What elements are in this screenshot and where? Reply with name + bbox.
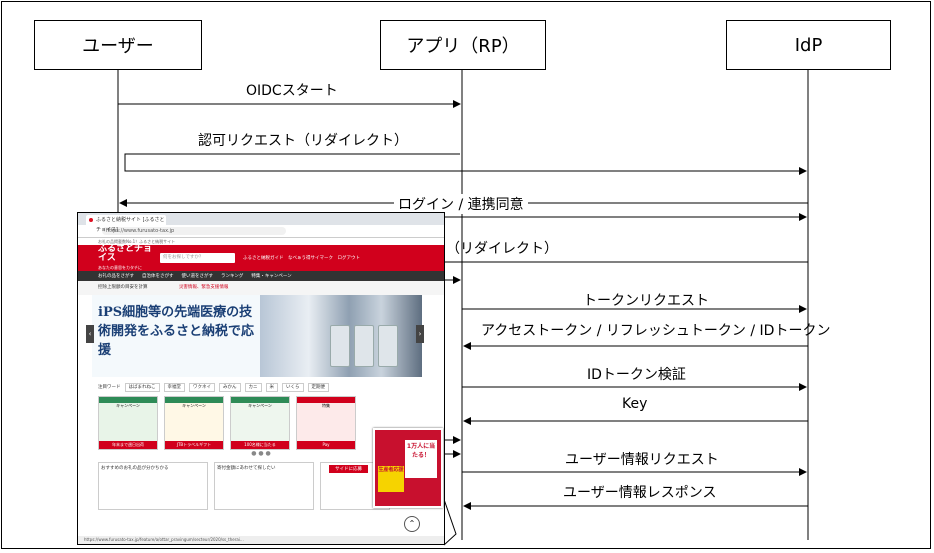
site-lottery-flyer: 1万人に当たる！ 生産者応援 (373, 428, 443, 508)
campaign-card: 特集 Pay (296, 396, 356, 450)
actor-rp-label: アプリ（RP） (406, 36, 520, 57)
site-header: ふるさとチョイス あなたの意思をカタチに 何をお探しですか？ ふるさと納税ガイド… (78, 243, 444, 272)
browser-url: https://www.furusato-tax.jp (102, 227, 286, 235)
campaign-card: キャンペーン JTBトラベルギフト (164, 396, 224, 450)
site-notice: 控除上限額の目安を計算 災害情報、緊急支援情報 (78, 281, 444, 295)
campaign-card-caption: 100名様に当たる (231, 441, 289, 449)
lab-container (378, 325, 398, 367)
keyword-chip: 定期便 (307, 382, 329, 392)
lab-container (354, 325, 374, 367)
actor-user: ユーザー (34, 20, 202, 70)
site-search: 何をお探しですか？ (160, 253, 235, 263)
site-nav-item: 特集・キャンペーン (251, 274, 292, 279)
site-logo-sub: あなたの意思をカタチに (98, 264, 142, 270)
label-id-token-verify: IDトークン検証 (587, 367, 686, 383)
site-nav-item: 自治体をさがす (142, 274, 174, 279)
flyer-title: 1万人に当たる！ (405, 440, 437, 478)
campaign-card-caption: Pay (297, 441, 355, 449)
browser-status-url: https://www.furusato-tax.jp/feature/a/ot… (78, 536, 444, 544)
hero-prev-icon: ‹ (86, 325, 94, 343)
keyword-chip: 幸福堂 (163, 382, 185, 392)
browser-tabbar: ふるさと納税サイト [ふるさとチョイス] (78, 213, 444, 233)
campaign-card-label: キャンペーン (116, 403, 140, 408)
site-keywords: 注目ワード はばまれねこ 幸福堂 ワクネイ みかん カニ 米 いくら 定期便 (78, 380, 444, 394)
site-nav: お礼の品をさがす 自治体をさがす 使い道をさがす ランキング 特集・キャンペーン (78, 271, 444, 281)
campaign-card-label: 特集 (322, 403, 330, 408)
label-login-consent: ログイン / 連携同意 (394, 194, 528, 214)
site-hero-photo (260, 295, 422, 377)
label-userinfo-response: ユーザー情報レスポンス (563, 485, 717, 501)
browser-address-bar: https://www.furusato-tax.jp (78, 225, 444, 238)
campaign-card-label: キャンペーン (182, 403, 206, 408)
site-nav-item: お礼の品をさがす (98, 274, 134, 279)
hero-next-icon: › (416, 325, 424, 343)
keyword-chip: ワクネイ (189, 382, 215, 392)
lab-container (330, 325, 350, 367)
label-token-request: トークンリクエスト (583, 293, 709, 309)
site-hero-text: iPS細胞等の先端医療の技術開発をふるさと納税で応援 (92, 295, 260, 377)
campaign-card-caption: 年末まで週日出荷 (99, 441, 157, 449)
campaign-card: キャンペーン年末まで週日出荷 (98, 396, 158, 450)
actor-rp: アプリ（RP） (380, 20, 546, 70)
browser-tab: ふるさと納税サイト [ふるさとチョイス] (86, 215, 166, 233)
actor-idp-label: IdP (794, 34, 823, 56)
keyword-chip: 米 (265, 382, 278, 392)
site-notice-text: 控除上限額の目安を計算 (98, 285, 148, 290)
scroll-up-icon: ⌃ (404, 516, 420, 532)
site-nav-item: 使い道をさがす (181, 274, 214, 279)
site-nav-item: ランキング (221, 274, 244, 279)
site-hero-banner: iPS細胞等の先端医療の技術開発をふるさと納税で応援 ‹ › (86, 295, 424, 377)
campaign-card-caption: JTBトラベルギフト (165, 441, 223, 449)
keyword-chip: いくら (282, 382, 304, 392)
label-authz-request: 認可リクエスト（リダイレクト） (198, 133, 408, 149)
keyword-chip: カニ (244, 382, 262, 392)
keyword-chip: みかん (219, 382, 241, 392)
label-redirect-back: （リダイレクト） (446, 241, 558, 257)
site-logo: ふるさとチョイス あなたの意思をカタチに (98, 243, 160, 272)
keyword-chip: はばまれねこ (124, 382, 160, 392)
label-token-response: アクセストークン / リフレッシュトークン / IDトークン (481, 323, 831, 339)
campaign-card: キャンペーン 100名様に当たる (230, 396, 290, 450)
embedded-browser-screenshot: ふるさと納税サイト [ふるさとチョイス] https://www.furusat… (77, 212, 445, 545)
box-donation: 寄付金額にあわせて探したい (214, 462, 314, 510)
keywords-label: 注目ワード (98, 385, 121, 390)
label-oidc-start: OIDCスタート (246, 83, 338, 99)
site-notice-alert: 災害情報、緊急支援情報 (178, 285, 229, 290)
arrow-authz-request (124, 153, 807, 175)
apply-button: サイドに応募 (329, 465, 368, 473)
label-key: Key (622, 396, 648, 412)
box-recommend: おすすめのお礼の品が分かちかる (98, 462, 208, 510)
actor-idp: IdP (726, 20, 891, 70)
flyer-badge: 生産者応援 (378, 466, 404, 492)
label-userinfo-request: ユーザー情報リクエスト (565, 452, 719, 468)
campaign-card-label: キャンペーン (248, 403, 272, 408)
site-logo-text: ふるさとチョイス (98, 243, 153, 263)
site-header-links: ふるさと納税ガイド なべぁう得サイマーク ログアウト (243, 256, 360, 261)
actor-user-label: ユーザー (82, 36, 154, 57)
sequence-diagram: ユーザー アプリ（RP） IdP OIDCスタート 認可リクエスト（リダイレクト… (0, 0, 934, 553)
